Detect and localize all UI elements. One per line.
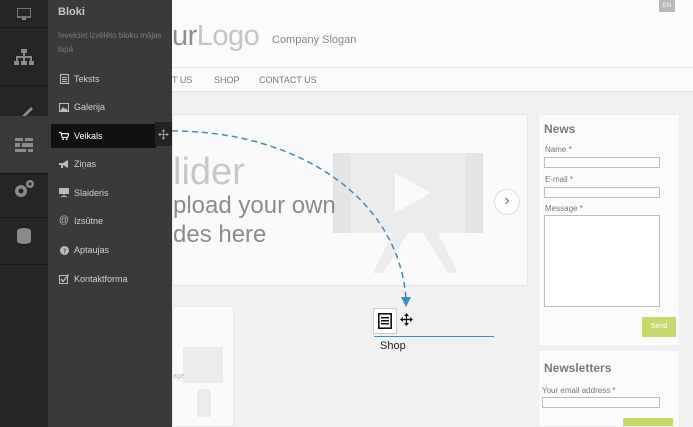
move-cursor-icon: [400, 313, 413, 331]
drag-path-arrow: [171, 130, 411, 307]
drop-label: Shop: [380, 340, 406, 352]
document-icon[interactable]: [373, 308, 397, 334]
drop-position-line: [374, 336, 494, 337]
